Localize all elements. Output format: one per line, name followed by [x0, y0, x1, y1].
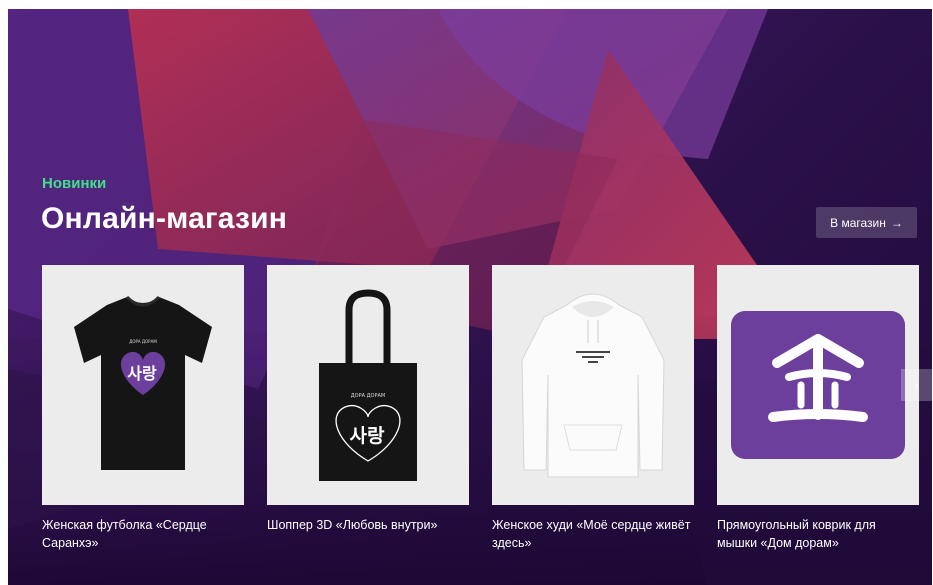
print-text: 사랑 [350, 425, 385, 447]
product-card[interactable]: Женское худи «Моё сердце живёт здесь» [492, 265, 694, 553]
brand-text: ДОРА ДОРАМ [129, 339, 157, 344]
product-title[interactable]: Женское худи «Моё сердце живёт здесь» [492, 517, 694, 553]
product-card[interactable]: Прямоугольный коврик для мышки «Дом дора… [717, 265, 919, 553]
arrow-right-icon: → [890, 215, 903, 230]
product-title[interactable]: Прямоугольный коврик для мышки «Дом дора… [717, 517, 919, 553]
product-title[interactable]: Женская футболка «Сердце Саранхэ» [42, 517, 244, 553]
go-to-shop-label: В магазин [830, 215, 886, 230]
brand-text: ДОРА ДОРАМ [351, 393, 385, 399]
product-image-hoodie[interactable] [492, 265, 694, 505]
new-arrivals-section: Новинки Онлайн-магазин В магазин → 사랑 ДО… [8, 9, 932, 585]
black-tote-bag-illustration: 사랑 ДОРА ДОРАМ [319, 289, 417, 481]
product-title[interactable]: Шоппер 3D «Любовь внутри» [267, 517, 469, 535]
product-image-tote-bag[interactable]: 사랑 ДОРА ДОРАМ [267, 265, 469, 505]
product-image-tshirt[interactable]: 사랑 ДОРА ДОРАМ [42, 265, 244, 505]
carousel-next-button[interactable]: › [901, 369, 932, 401]
chevron-right-icon: › [914, 377, 919, 393]
section-title: Онлайн-магазин [41, 202, 288, 235]
product-card[interactable]: 사랑 ДОРА ДОРАМ Шоппер 3D «Любовь внутри» [267, 265, 469, 535]
product-image-mousepad[interactable] [717, 265, 919, 505]
section-eyebrow: Новинки [42, 175, 107, 192]
product-card[interactable]: 사랑 ДОРА ДОРАМ Женская футболка «Сердце С… [42, 265, 244, 553]
print-text: 사랑 [127, 364, 157, 383]
black-tshirt-illustration: 사랑 ДОРА ДОРАМ [74, 295, 212, 470]
purple-mousepad-illustration [731, 311, 905, 459]
go-to-shop-button[interactable]: В магазин → [816, 207, 917, 238]
white-hoodie-illustration [521, 293, 665, 478]
